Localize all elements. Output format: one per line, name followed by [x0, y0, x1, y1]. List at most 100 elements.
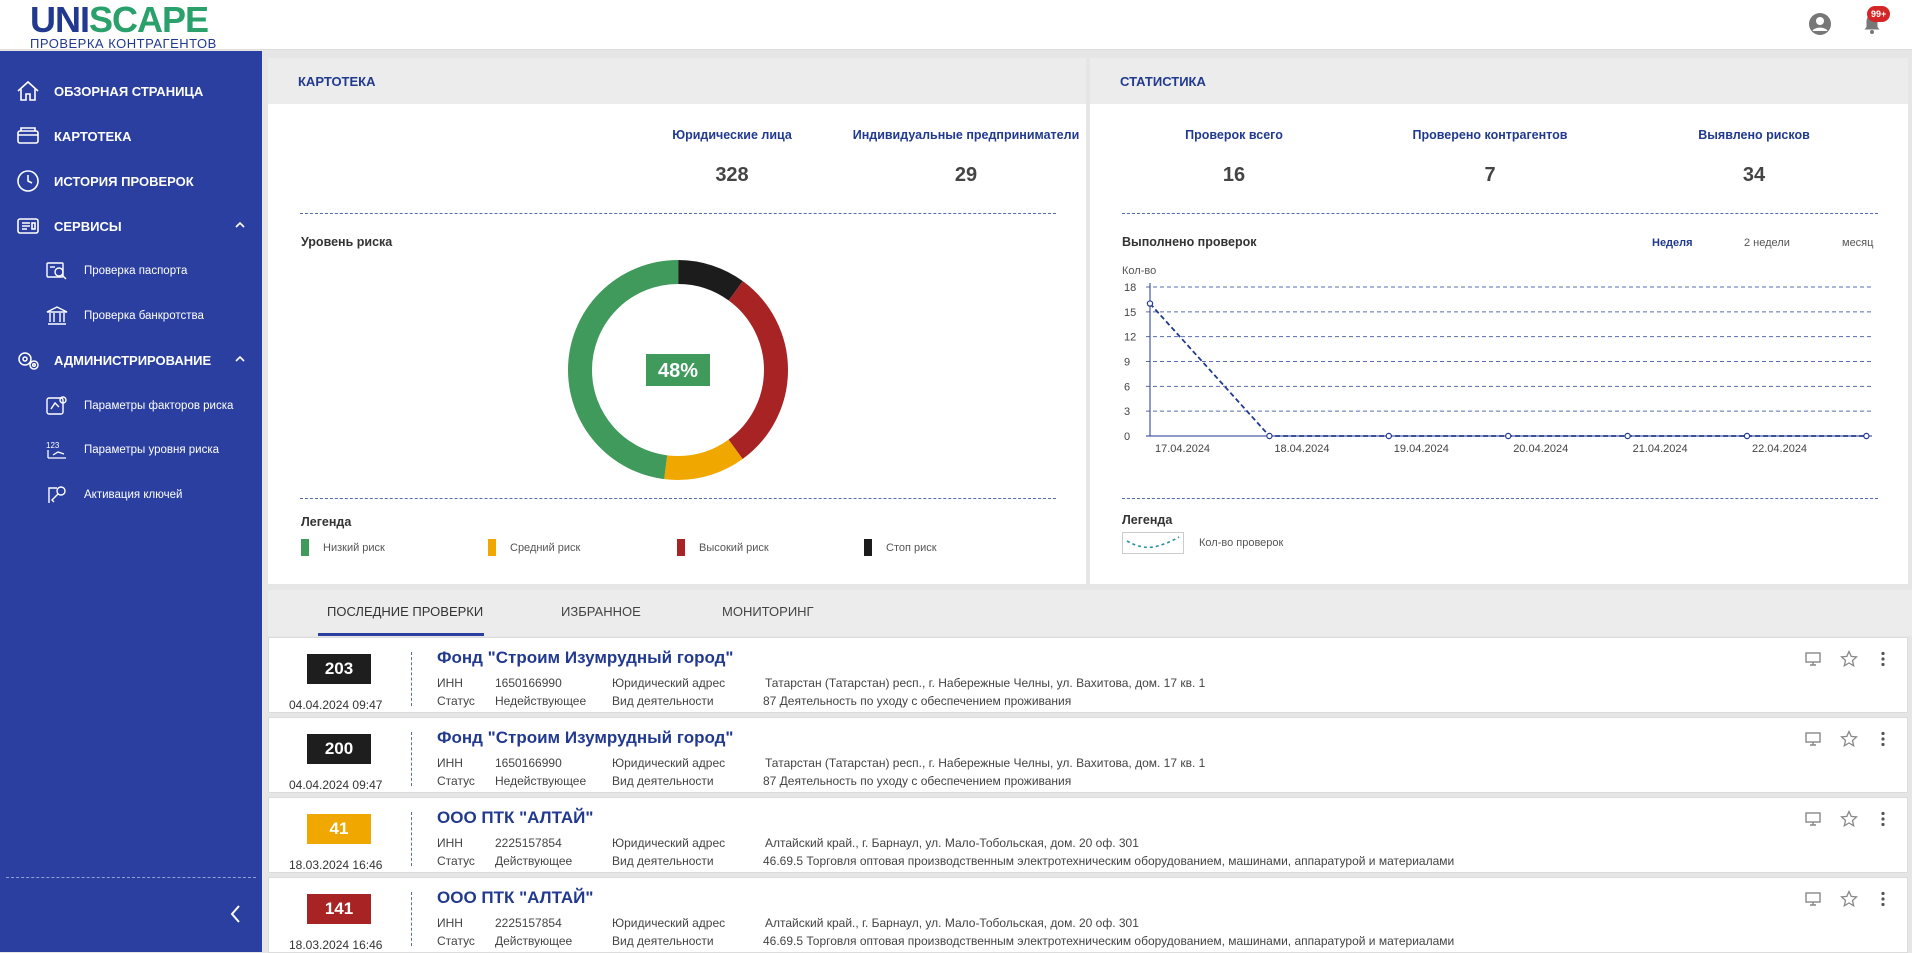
company-name-link[interactable]: ООО ПТК "АЛТАЙ": [437, 888, 593, 908]
company-name-link[interactable]: Фонд "Строим Изумрудный город": [437, 728, 734, 748]
kartoteka-panel: КАРТОТЕКА Юридические лица 328 Индивидуа…: [268, 58, 1086, 584]
user-avatar-icon[interactable]: [1808, 12, 1832, 36]
more-menu-icon[interactable]: [1873, 729, 1893, 749]
inn-value: 1650166990: [495, 756, 562, 770]
sidebar-item-admin[interactable]: Администрирование: [14, 345, 254, 375]
record-card[interactable]: 200 04.04.2024 09:47 Фонд "Строим Изумру…: [268, 717, 1908, 793]
inn-label: ИНН: [437, 836, 463, 850]
sidebar-item-kartoteka[interactable]: Картотека: [14, 121, 254, 151]
address-label: Юридический адрес: [612, 756, 726, 770]
star-icon[interactable]: [1839, 649, 1859, 669]
sidebar-sub-label: Проверка банкротства: [84, 310, 204, 322]
legend-title: Легенда: [1122, 513, 1173, 527]
sidebar-item-risk-factors[interactable]: Параметры факторов риска: [44, 391, 254, 421]
period-month-button[interactable]: месяц: [1842, 237, 1873, 249]
svg-text:123: 123: [46, 441, 60, 450]
panel-title: КАРТОТЕКА: [268, 58, 1086, 104]
sidebar-item-key-activation[interactable]: Активация ключей: [44, 480, 254, 510]
activity-value: 87 Деятельность по уходу с обеспечением …: [763, 694, 1072, 708]
record-card[interactable]: 141 18.03.2024 16:46 ООО ПТК "АЛТАЙ" ИНН…: [268, 877, 1908, 953]
star-icon[interactable]: [1839, 809, 1859, 829]
activity-value: 46.69.5 Торговля оптовая производственны…: [763, 854, 1455, 868]
sidebar-item-bankruptcy-check[interactable]: Проверка банкротства: [44, 301, 254, 331]
period-week-button[interactable]: Неделя: [1652, 237, 1693, 249]
status-value: Недействующее: [495, 774, 587, 788]
risk-score-badge: 141: [307, 894, 371, 924]
y-tick-label: 15: [1124, 307, 1136, 319]
record-card[interactable]: 203 04.04.2024 09:47 Фонд "Строим Изумру…: [268, 637, 1908, 713]
y-tick-label: 6: [1124, 381, 1130, 393]
period-2weeks-button[interactable]: 2 недели: [1744, 237, 1790, 249]
data-point: [1505, 432, 1512, 440]
sidebar-item-services[interactable]: Сервисы: [14, 211, 254, 241]
legend-label: Высокий риск: [699, 541, 769, 554]
sidebar-item-label: Обзорная страница: [54, 83, 204, 99]
risk-score-badge: 41: [307, 814, 371, 844]
notification-badge: 99+: [1867, 6, 1891, 22]
folder-icon: [14, 122, 42, 150]
activity-label: Вид деятельности: [612, 774, 714, 788]
y-tick-label: 0: [1124, 431, 1130, 443]
activity-label: Вид деятельности: [612, 854, 714, 868]
sidebar-item-overview[interactable]: Обзорная страница: [14, 76, 254, 106]
stat-label: Индивидуальные предприниматели: [852, 128, 1080, 142]
sidebar-item-history[interactable]: История проверок: [14, 166, 254, 196]
star-icon[interactable]: [1839, 889, 1859, 909]
address-value: Татарстан (Татарстан) респ., г. Набережн…: [765, 676, 1206, 690]
address-label: Юридический адрес: [612, 836, 726, 850]
sidebar-sub-label: Активация ключей: [84, 489, 183, 501]
more-menu-icon[interactable]: [1873, 649, 1893, 669]
tab-recent-checks[interactable]: Последние проверки: [327, 604, 483, 619]
company-name-link[interactable]: ООО ПТК "АЛТАЙ": [437, 808, 593, 828]
monitor-icon[interactable]: [1803, 649, 1823, 669]
tab-favorites[interactable]: Избранное: [561, 604, 641, 619]
record-card[interactable]: 41 18.03.2024 16:46 ООО ПТК "АЛТАЙ" ИНН …: [268, 797, 1908, 873]
address-value: Алтайский край., г. Барнаул, ул. Мало-То…: [765, 916, 1139, 930]
logo[interactable]: UNISCAPE ПРОВЕРКА КОНТРАГЕНТОВ: [30, 2, 217, 52]
record-date: 04.04.2024 09:47: [289, 778, 383, 792]
x-tick-label: 17.04.2024: [1155, 443, 1210, 455]
status-label: Статус: [437, 774, 475, 788]
stat-label: Проверено контрагентов: [1412, 128, 1568, 142]
statistics-panel: СТАТИСТИКА Проверок всего 16 Проверено к…: [1090, 58, 1908, 584]
stat-risks-found: Выявлено рисков 34: [1664, 128, 1844, 187]
risk-donut-chart: 48%: [568, 260, 788, 480]
record-divider: [411, 652, 412, 706]
data-point: [1146, 300, 1154, 307]
legend-label: Кол-во проверок: [1199, 537, 1284, 549]
chevron-up-icon[interactable]: [234, 219, 246, 231]
record-date: 18.03.2024 16:46: [289, 938, 383, 952]
risk-level-icon: 123: [44, 437, 70, 463]
key-activation-icon: [44, 482, 70, 508]
tab-monitoring[interactable]: Мониторинг: [722, 604, 814, 619]
chevron-up-icon[interactable]: [234, 353, 246, 365]
monitor-icon[interactable]: [1803, 809, 1823, 829]
address-value: Алтайский край., г. Барнаул, ул. Мало-То…: [765, 836, 1139, 850]
star-icon[interactable]: [1839, 729, 1859, 749]
panel-title: СТАТИСТИКА: [1090, 58, 1908, 104]
more-menu-icon[interactable]: [1873, 889, 1893, 909]
risk-level-title: Уровень риска: [301, 235, 393, 249]
stat-value: 16: [1222, 164, 1246, 186]
divider: [300, 498, 1056, 499]
monitor-icon[interactable]: [1803, 889, 1823, 909]
sidebar: Обзорная страница Картотека История пров…: [0, 51, 262, 952]
divider: [1122, 213, 1878, 214]
status-label: Статус: [437, 694, 475, 708]
x-tick-label: 21.04.2024: [1633, 443, 1688, 455]
legend-swatch: [301, 539, 309, 556]
sidebar-item-label: Администрирование: [54, 352, 212, 368]
chevron-left-icon[interactable]: [226, 901, 246, 927]
x-tick-label: 20.04.2024: [1513, 443, 1568, 455]
records-tabs: Последние проверки Избранное Мониторинг: [268, 590, 1912, 636]
legend-title: Легенда: [301, 515, 352, 529]
company-name-link[interactable]: Фонд "Строим Изумрудный город": [437, 648, 734, 668]
stat-value: 328: [715, 164, 749, 186]
more-menu-icon[interactable]: [1873, 809, 1893, 829]
home-icon: [14, 77, 42, 105]
inn-value: 2225157854: [495, 836, 562, 850]
monitor-icon[interactable]: [1803, 729, 1823, 749]
inn-label: ИНН: [437, 916, 463, 930]
sidebar-item-passport-check[interactable]: Проверка паспорта: [44, 256, 254, 286]
sidebar-item-risk-level[interactable]: 123 Параметры уровня риска: [44, 435, 254, 465]
